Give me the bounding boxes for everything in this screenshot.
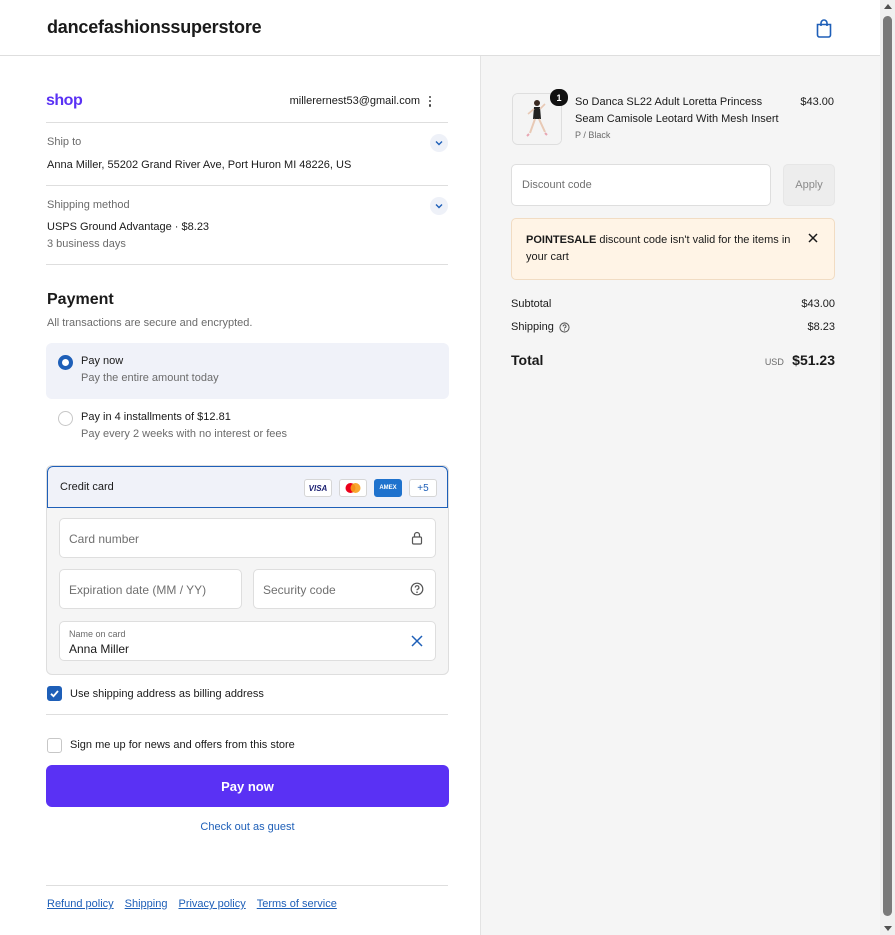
card-number-placeholder: Card number	[69, 532, 140, 546]
option-title: Pay now	[81, 355, 124, 367]
header: dancefashionssuperstore	[0, 0, 880, 56]
checkout-as-guest-link[interactable]: Check out as guest	[46, 821, 449, 833]
credit-card-title: Credit card	[60, 481, 114, 493]
shipping-label: Shipping	[511, 321, 554, 333]
billing-address-checkbox[interactable]	[47, 686, 62, 701]
shopping-bag-icon[interactable]	[815, 18, 833, 38]
divider	[46, 885, 448, 886]
shipping-method-expand-button[interactable]	[430, 197, 448, 215]
newsletter-label[interactable]: Sign me up for news and offers from this…	[70, 739, 295, 751]
pay-now-radio[interactable]	[58, 355, 73, 370]
newsletter-checkbox[interactable]	[47, 738, 62, 753]
name-on-card-label: Name on card	[69, 629, 126, 639]
pay-now-option[interactable]: Pay now Pay the entire amount today	[46, 343, 449, 399]
store-name[interactable]: dancefashionssuperstore	[47, 17, 262, 38]
more-options-icon[interactable]	[428, 95, 432, 107]
quantity-badge: 1	[550, 89, 568, 106]
product-variant: P / Black	[575, 130, 611, 140]
divider	[46, 714, 448, 715]
total-label: Total	[511, 352, 544, 368]
ship-to-label: Ship to	[47, 136, 82, 148]
clear-icon[interactable]	[410, 634, 424, 648]
scroll-down-icon[interactable]	[884, 926, 892, 931]
payment-title: Payment	[47, 291, 114, 308]
installments-radio[interactable]	[58, 411, 73, 426]
checkout-form: shop millerernest53@gmail.com Ship to An…	[0, 56, 480, 935]
ship-to-address: Anna Miller, 55202 Grand River Ave, Port…	[47, 159, 352, 171]
billing-address-label[interactable]: Use shipping address as billing address	[70, 688, 264, 700]
security-code-field[interactable]: Security code	[253, 569, 436, 609]
subtotal-value: $43.00	[801, 298, 835, 310]
warning-message: POINTESALE discount code isn't valid for…	[526, 232, 796, 266]
shipping-link[interactable]: Shipping	[125, 898, 168, 910]
credit-card-header[interactable]: Credit card VISA AMEX +5	[47, 466, 448, 508]
shop-logo: shop	[46, 92, 83, 109]
apply-discount-button[interactable]: Apply	[783, 164, 835, 206]
subtotal-label: Subtotal	[511, 298, 552, 310]
more-cards-badge: +5	[409, 479, 437, 497]
divider	[46, 122, 448, 123]
card-number-field[interactable]: Card number	[59, 518, 436, 558]
discount-warning-banner: POINTESALE discount code isn't valid for…	[511, 218, 835, 280]
scrollbar[interactable]	[880, 0, 895, 935]
warning-code: POINTESALE	[526, 234, 597, 246]
currency-code: USD	[764, 357, 784, 367]
close-icon[interactable]	[808, 233, 818, 243]
pay-now-button[interactable]: Pay now	[46, 765, 449, 807]
mastercard-icon	[339, 479, 367, 497]
ship-to-expand-button[interactable]	[430, 134, 448, 152]
scrollbar-thumb[interactable]	[883, 16, 892, 916]
account-row: millerernest53@gmail.com	[290, 95, 432, 107]
shipping-value: $8.23	[807, 321, 835, 333]
refund-policy-link[interactable]: Refund policy	[47, 898, 114, 910]
subtotal-row: Subtotal $43.00	[511, 298, 835, 310]
total-value: $51.23	[792, 352, 835, 368]
discount-code-input[interactable]: Discount code	[511, 164, 771, 206]
installments-option[interactable]: Pay in 4 installments of $12.81 Pay ever…	[46, 399, 449, 455]
help-icon[interactable]	[410, 582, 424, 596]
product-name: So Danca SL22 Adult Loretta Princess Sea…	[575, 96, 779, 125]
payment-subtitle: All transactions are secure and encrypte…	[47, 317, 253, 329]
expiration-date-field[interactable]: Expiration date (MM / YY)	[59, 569, 242, 609]
divider	[46, 185, 448, 186]
expiration-placeholder: Expiration date (MM / YY)	[69, 583, 207, 597]
terms-of-service-link[interactable]: Terms of service	[257, 898, 337, 910]
option-title: Pay in 4 installments of $12.81	[81, 411, 231, 423]
chevron-down-icon	[435, 141, 443, 146]
divider	[46, 264, 448, 265]
checkmark-icon	[50, 690, 59, 698]
privacy-policy-link[interactable]: Privacy policy	[178, 898, 245, 910]
help-icon[interactable]	[559, 321, 570, 333]
shipping-method-label: Shipping method	[47, 199, 130, 211]
order-summary: 1 So Danca SL22 Adult Loretta Princess S…	[480, 56, 880, 935]
visa-icon: VISA	[304, 479, 332, 497]
credit-card-panel: Credit card VISA AMEX +5 Card number Exp…	[46, 465, 449, 675]
shipping-row: Shipping $8.23	[511, 321, 835, 333]
discount-code-placeholder: Discount code	[522, 179, 592, 191]
amex-icon: AMEX	[374, 479, 402, 497]
name-on-card-value: Anna Miller	[69, 642, 130, 656]
product-price: $43.00	[800, 96, 834, 108]
option-subtitle: Pay the entire amount today	[81, 372, 219, 384]
total-row: Total USD $51.23	[511, 352, 835, 368]
name-on-card-field[interactable]: Name on card Anna Miller	[59, 621, 436, 661]
shipping-method-value: USPS Ground Advantage · $8.23	[47, 221, 210, 233]
account-email: millerernest53@gmail.com	[289, 95, 420, 107]
security-code-placeholder: Security code	[263, 583, 336, 597]
shipping-method-duration: 3 business days	[47, 238, 126, 250]
option-subtitle: Pay every 2 weeks with no interest or fe…	[81, 428, 288, 440]
footer-links: Refund policy Shipping Privacy policy Te…	[47, 898, 337, 910]
scroll-up-icon[interactable]	[884, 4, 892, 9]
chevron-down-icon	[435, 204, 443, 209]
lock-icon	[411, 531, 423, 545]
